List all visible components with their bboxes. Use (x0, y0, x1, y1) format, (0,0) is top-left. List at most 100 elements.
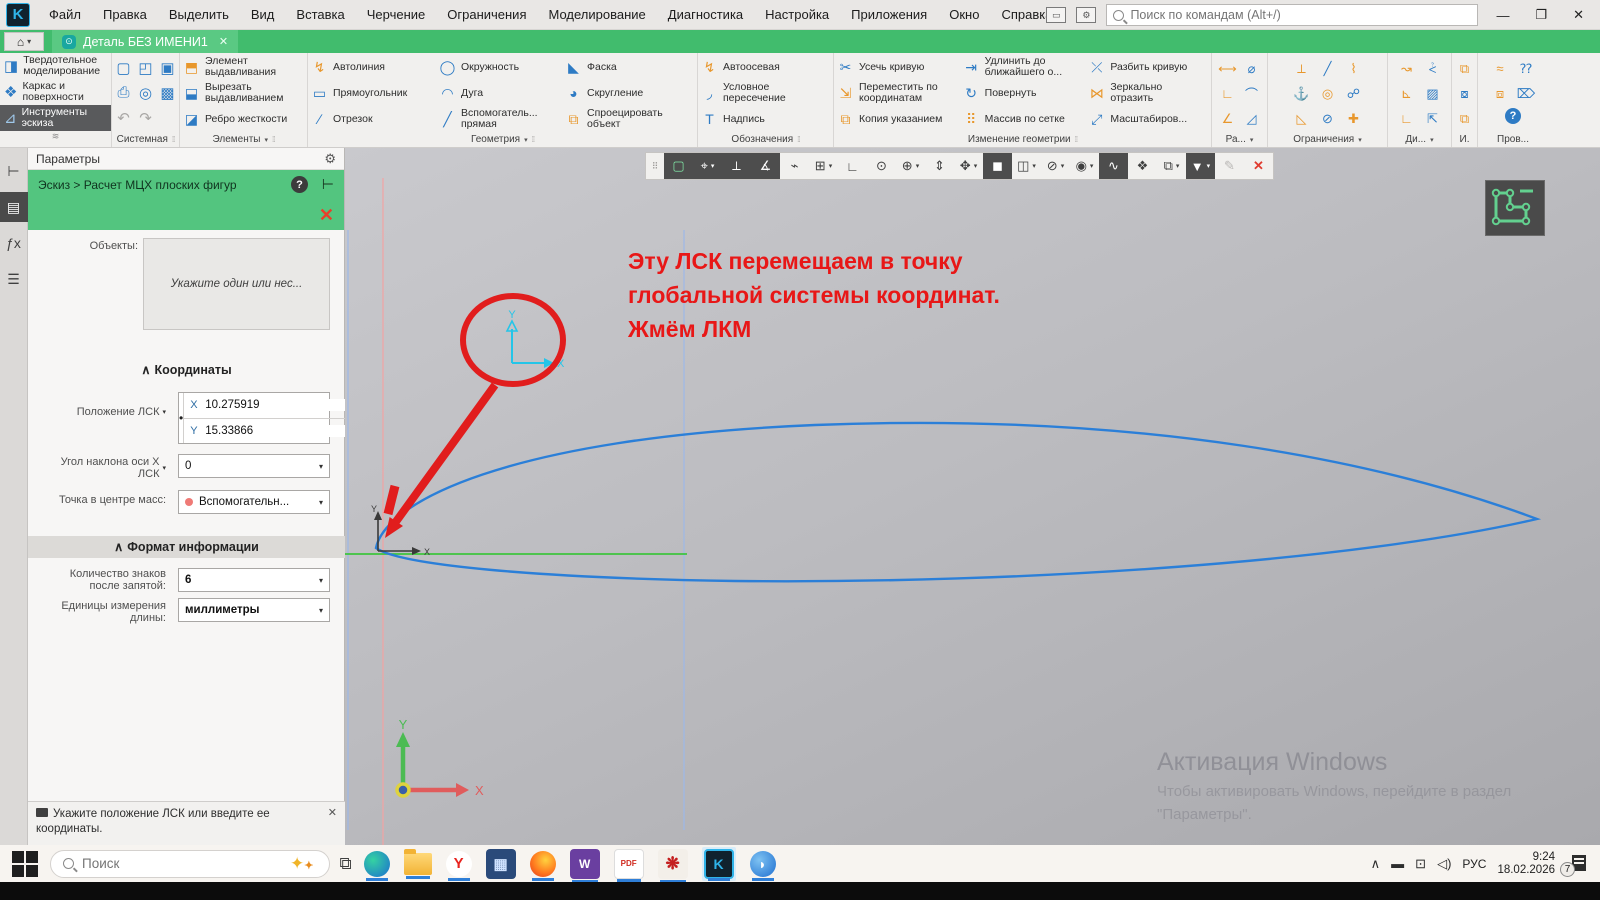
document-tab[interactable]: ⊙ Деталь БЕЗ ИМЕНИ1 ✕ (52, 30, 238, 53)
open-doc-icon[interactable]: ◰ (135, 55, 157, 80)
close-button[interactable]: ✕ (1565, 7, 1592, 23)
command-close-icon[interactable]: ✕ (319, 205, 334, 226)
preview-icon[interactable]: ◎ (135, 80, 157, 105)
close-tab-icon[interactable]: ✕ (219, 35, 228, 48)
task-view-icon[interactable]: ⧉ (339, 854, 351, 874)
redo-icon[interactable]: ↷ (135, 105, 157, 130)
window-settings-icon[interactable]: ⚙ (1076, 7, 1096, 23)
parallel-icon[interactable]: ╱ (1315, 56, 1341, 81)
menu-item[interactable]: Черчение (356, 3, 437, 26)
diameter-dim-icon[interactable]: ⌀ (1240, 56, 1264, 81)
slope-dim-icon[interactable]: ◿ (1240, 106, 1264, 131)
check-dim-icon[interactable]: ⧈ (1487, 81, 1513, 106)
project-object-button[interactable]: ⧉Спроецировать объект (562, 106, 696, 132)
ortho-icon[interactable]: ∟ (838, 153, 867, 179)
params-panel-icon[interactable]: ▤ (0, 192, 28, 222)
arc-dim-icon[interactable]: ⌒ (1240, 81, 1264, 106)
minimize-button[interactable]: — (1488, 8, 1517, 23)
menu-item[interactable]: Приложения (840, 3, 938, 26)
taskbar-search-input[interactable] (82, 856, 317, 871)
explorer-icon[interactable] (404, 853, 432, 875)
circle-button[interactable]: ◯Окружность (436, 54, 562, 80)
vertical-icon[interactable]: ⌇ (1341, 56, 1367, 81)
calculator-icon[interactable]: ▦ (486, 849, 516, 879)
pdf-app-icon[interactable]: PDF (614, 849, 644, 879)
windjview-icon[interactable]: W (570, 849, 600, 879)
copilot-sparkle-icon[interactable]: ✦✦ (290, 854, 313, 874)
units-select[interactable]: миллиметры▾ (178, 598, 330, 622)
check-spell-icon[interactable]: ⁇ (1513, 56, 1539, 81)
autoline-button[interactable]: ↯Автолиния (308, 54, 436, 80)
split-curve-button[interactable]: ⤫Разбить кривую (1085, 54, 1211, 80)
mirror-button[interactable]: ⋈Зеркально отразить (1085, 80, 1211, 106)
scale-button[interactable]: ⤢Масштабиров... (1085, 106, 1211, 132)
area-icon[interactable]: ▨ (1420, 81, 1446, 106)
styles-icon[interactable]: ⧉ (1157, 153, 1186, 179)
objects-box[interactable]: Укажите один или нес... (143, 238, 330, 330)
drawing-canvas[interactable]: Y X Y X (345, 148, 1600, 845)
snaps-icon[interactable]: ⌖ (693, 153, 722, 179)
command-help-icon[interactable]: ? (291, 176, 308, 193)
digits-select[interactable]: 6▾ (178, 568, 330, 592)
menu-item[interactable]: Ограничения (436, 3, 537, 26)
conditional-intersection-button[interactable]: ◞Условное пересечение (698, 80, 834, 106)
grid-icon[interactable]: ⊞ (809, 153, 838, 179)
save-as-icon[interactable]: ▩ (157, 80, 179, 105)
grid-array-button[interactable]: ⠿Массив по сетке (960, 106, 1086, 132)
measure-angle-icon[interactable]: ⊾ (1394, 81, 1420, 106)
menu-item[interactable]: Моделирование (538, 3, 657, 26)
construction-line-button[interactable]: ╱Вспомогатель... прямая (436, 106, 562, 132)
menu-item[interactable]: Настройка (754, 3, 840, 26)
wireframe-view-icon[interactable]: ◫ (1012, 153, 1041, 179)
shaded-view-icon[interactable]: ◼ (983, 153, 1012, 179)
angle-snap-icon[interactable]: ∡ (751, 153, 780, 179)
y-input[interactable] (205, 425, 359, 437)
angle-dropdown-icon[interactable]: ▾ (162, 464, 166, 472)
report-icon[interactable]: ⧉ (1453, 56, 1477, 81)
menu-item[interactable]: Диагностика (657, 3, 754, 26)
language-indicator[interactable]: РУС (1462, 857, 1486, 871)
exit-sketch-button[interactable] (1485, 180, 1545, 236)
trim-curve-button[interactable]: ✂Усечь кривую (834, 54, 960, 80)
command-search-input[interactable] (1130, 8, 1471, 22)
print-icon[interactable]: ⎙ (113, 80, 135, 105)
tangent-icon[interactable]: ☍ (1341, 81, 1367, 106)
zoom-area-icon[interactable]: ⊕ (896, 153, 925, 179)
perpendicular-icon[interactable]: ⟂ (1289, 56, 1315, 81)
modes-expand-icon[interactable]: ≋ (0, 131, 111, 142)
lsk-dropdown-icon[interactable]: ▾ (162, 408, 166, 416)
equal-icon[interactable]: ⊘ (1315, 106, 1341, 131)
kompas-taskbar-icon[interactable]: K (704, 849, 734, 879)
copy-by-point-button[interactable]: ⧉Копия указанием (834, 106, 960, 132)
eyedropper-icon[interactable]: ✎ (1215, 153, 1244, 179)
battery-icon[interactable]: ▬ (1391, 856, 1404, 871)
start-button[interactable] (10, 849, 40, 879)
measure-icon[interactable]: ⩻ (1420, 56, 1446, 81)
auto-centerline-button[interactable]: ↯Автоосевая (698, 54, 834, 80)
appearance-icon[interactable]: ❖ (1128, 153, 1157, 179)
arc-button[interactable]: ◠Дуга (436, 80, 562, 106)
report3-icon[interactable]: ⧉ (1453, 106, 1477, 131)
mode-surfaces[interactable]: ❖ Каркас и поверхности (0, 79, 111, 105)
network-icon[interactable]: ⊡ (1415, 856, 1426, 872)
angle-dim-icon[interactable]: ∠ (1216, 106, 1240, 131)
blue-app-icon[interactable]: ◗ (750, 851, 776, 877)
angle-select[interactable]: 0▾ (178, 454, 330, 478)
clock[interactable]: 9:24 18.02.2026 (1497, 851, 1555, 877)
measure-curve-icon[interactable]: ↝ (1394, 56, 1420, 81)
filter-icon[interactable]: ▼ (1186, 153, 1215, 179)
cut-extrude-button[interactable]: ⬓Вырезать выдавливанием (180, 80, 308, 106)
rib-button[interactable]: ◪Ребро жесткости (180, 106, 308, 132)
lcs-display-icon[interactable]: ⌁ (780, 153, 809, 179)
delete-icon[interactable]: ⌦ (1513, 81, 1539, 106)
extend-curve-button[interactable]: ⇥Удлинить до ближайшего о... (960, 54, 1086, 80)
command-search[interactable] (1106, 4, 1478, 26)
mode-sketch-tools[interactable]: ⊿ Инструменты эскиза (0, 105, 111, 131)
segment-button[interactable]: ∕Отрезок (308, 106, 436, 132)
fix-icon[interactable]: ⚓ (1289, 81, 1315, 106)
pan-icon[interactable]: ⇕ (925, 153, 954, 179)
kompas-taskbar-active[interactable]: K (702, 847, 736, 881)
new-doc-icon[interactable]: ▢ (113, 55, 135, 80)
rotate-button[interactable]: ↻Повернуть (960, 80, 1086, 106)
help-icon[interactable]: ? (1505, 108, 1521, 124)
